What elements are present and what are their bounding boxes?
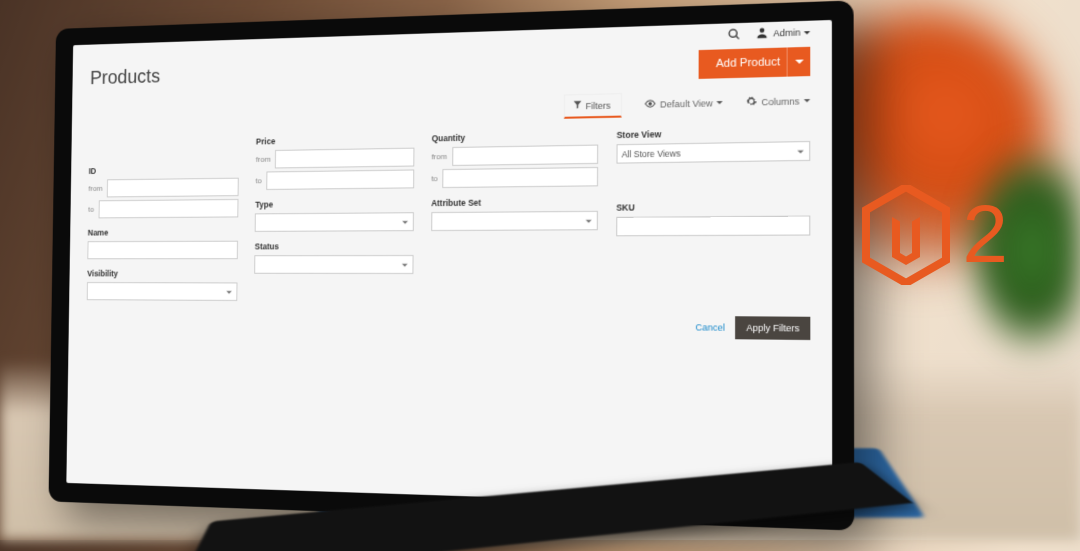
add-product-dropdown[interactable] bbox=[787, 47, 811, 77]
add-product-label: Add Product bbox=[716, 56, 780, 70]
cancel-link[interactable]: Cancel bbox=[695, 322, 725, 333]
visibility-select[interactable] bbox=[87, 282, 238, 301]
filter-sku: SKU bbox=[616, 201, 810, 236]
qty-from-label: from bbox=[431, 152, 447, 161]
filters-col-1: ID from to Name bbox=[87, 137, 240, 301]
caret-down-icon bbox=[795, 60, 804, 69]
filter-type: Type bbox=[255, 198, 414, 232]
admin-label: Admin bbox=[773, 27, 800, 38]
filter-id: ID from to bbox=[88, 164, 239, 218]
filters-col-3: Quantity from to Attribute Set bbox=[431, 130, 598, 231]
page-title: Products bbox=[90, 66, 160, 90]
filter-name: Name bbox=[87, 227, 238, 259]
columns-toggle[interactable]: Columns bbox=[747, 95, 811, 109]
magento-two-text: 2 bbox=[962, 194, 1008, 276]
filters-col-4: Store View All Store Views SKU bbox=[616, 126, 810, 236]
add-product-button[interactable]: Add Product bbox=[699, 47, 810, 79]
default-view-label: Default View bbox=[660, 98, 713, 109]
caret-down-icon bbox=[804, 99, 810, 105]
magento2-logo: 2 bbox=[862, 185, 1008, 285]
name-label: Name bbox=[88, 227, 239, 237]
filter-store-view: Store View All Store Views bbox=[616, 126, 810, 163]
type-select[interactable] bbox=[255, 212, 414, 232]
filter-actions: Cancel Apply Filters bbox=[69, 308, 832, 341]
price-to-label: to bbox=[256, 176, 262, 185]
store-view-value: All Store Views bbox=[622, 148, 681, 159]
apply-filters-button[interactable]: Apply Filters bbox=[736, 316, 811, 340]
qty-to-label: to bbox=[431, 174, 438, 183]
laptop-bezel: Admin Products Add Product bbox=[49, 0, 855, 530]
filter-quantity: Quantity from to bbox=[431, 130, 598, 188]
admin-screen: Admin Products Add Product bbox=[66, 20, 832, 508]
filters-panel: ID from to Name bbox=[69, 120, 832, 313]
sku-label: SKU bbox=[616, 201, 810, 213]
price-label: Price bbox=[256, 134, 414, 147]
name-input[interactable] bbox=[87, 241, 238, 260]
type-label: Type bbox=[255, 198, 413, 209]
laptop: Admin Products Add Product bbox=[20, 14, 840, 514]
filter-status: Status bbox=[254, 241, 413, 274]
filters-col-2: Price from to Type bbox=[254, 134, 414, 274]
columns-label: Columns bbox=[761, 96, 799, 107]
user-icon bbox=[756, 26, 770, 40]
filters-label: Filters bbox=[586, 100, 611, 111]
attribute-set-select[interactable] bbox=[431, 211, 598, 231]
default-view-toggle[interactable]: Default View bbox=[645, 98, 724, 110]
status-label: Status bbox=[255, 241, 414, 251]
magento-hex-icon bbox=[862, 185, 950, 285]
status-select[interactable] bbox=[254, 255, 413, 274]
quantity-label: Quantity bbox=[432, 130, 599, 143]
gear-icon bbox=[747, 96, 758, 109]
sku-input[interactable] bbox=[616, 216, 810, 237]
attribute-set-label: Attribute Set bbox=[431, 197, 598, 209]
price-to-input[interactable] bbox=[266, 169, 414, 189]
id-from-input[interactable] bbox=[107, 178, 239, 198]
filter-price: Price from to bbox=[255, 134, 414, 190]
filter-visibility: Visibility bbox=[87, 269, 238, 301]
filters-toggle[interactable]: Filters bbox=[563, 93, 622, 119]
admin-user[interactable]: Admin bbox=[756, 25, 810, 40]
id-to-label: to bbox=[88, 205, 94, 214]
caret-down-icon bbox=[717, 101, 723, 107]
qty-to-input[interactable] bbox=[443, 167, 598, 188]
eye-icon bbox=[645, 99, 656, 109]
visibility-label: Visibility bbox=[87, 269, 238, 279]
price-from-input[interactable] bbox=[275, 148, 414, 169]
id-to-input[interactable] bbox=[98, 199, 238, 218]
qty-from-input[interactable] bbox=[452, 145, 598, 166]
chevron-down-icon bbox=[804, 31, 810, 37]
id-label: ID bbox=[89, 164, 240, 176]
search-icon[interactable] bbox=[728, 27, 742, 41]
id-from-label: from bbox=[88, 184, 102, 193]
store-view-select[interactable]: All Store Views bbox=[616, 141, 810, 164]
store-view-label: Store View bbox=[617, 126, 811, 140]
price-from-label: from bbox=[256, 155, 271, 164]
filter-attribute-set: Attribute Set bbox=[431, 197, 598, 231]
funnel-icon bbox=[573, 100, 582, 111]
